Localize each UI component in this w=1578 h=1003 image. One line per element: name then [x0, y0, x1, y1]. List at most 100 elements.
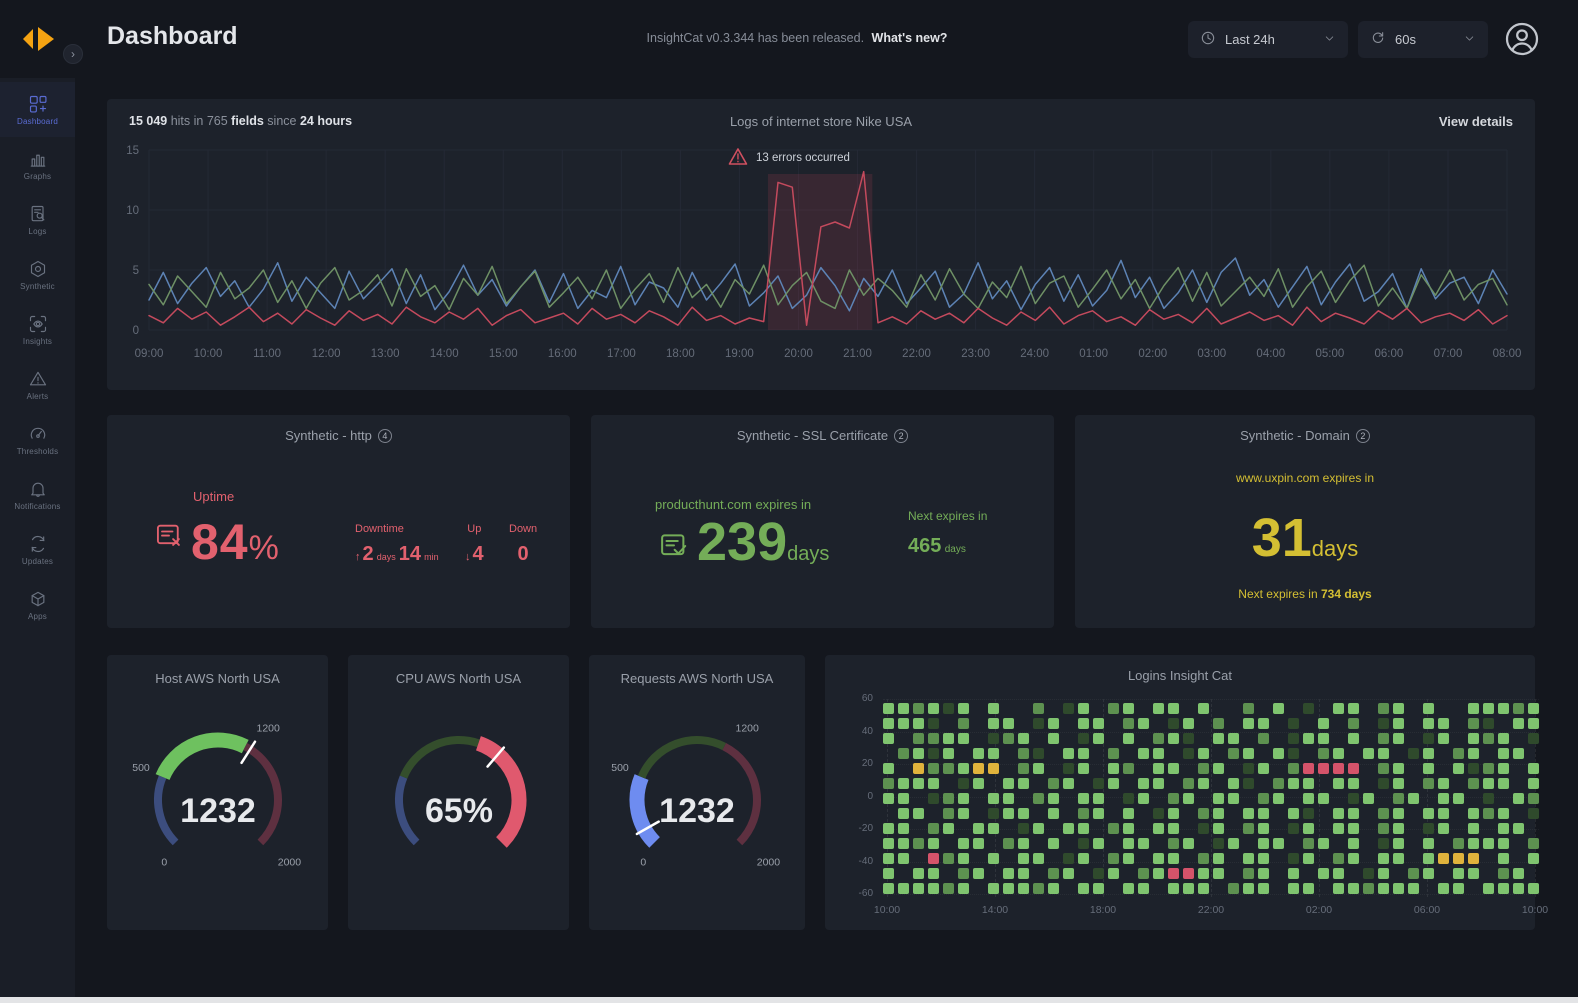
sidebar-item-synthetic[interactable]: Synthetic: [0, 247, 75, 302]
heatmap-cell: [1228, 778, 1239, 789]
gauge-value: 65%: [424, 792, 492, 830]
heatmap-cell: [898, 748, 909, 759]
heatmap-cell: [958, 793, 969, 804]
user-avatar[interactable]: [1504, 21, 1540, 57]
heatmap-cell: [1423, 733, 1434, 744]
heatmap-cell: [1153, 853, 1164, 864]
x-axis-label: 13:00: [371, 348, 400, 360]
heatmap-cell: [943, 703, 954, 714]
sidebar-collapse-button[interactable]: ›: [63, 44, 83, 64]
heatmap-cell: [1213, 853, 1224, 864]
heatmap-cell: [1123, 823, 1134, 834]
x-axis-label: 22:00: [902, 348, 931, 360]
heatmap-cell: [1213, 793, 1224, 804]
heatmap-cell: [1498, 748, 1509, 759]
chevron-down-icon: [1463, 32, 1476, 48]
view-details-link[interactable]: View details: [1439, 114, 1513, 129]
whats-new-link[interactable]: What's new?: [872, 31, 948, 45]
refresh-interval-select[interactable]: 60s: [1358, 21, 1488, 58]
heatmap-cell: [1333, 763, 1344, 774]
logs-chart-card: 15 049 hits in 765 fields since 24 hours…: [107, 99, 1535, 390]
sidebar-item-label: Synthetic: [20, 281, 55, 291]
heatmap-cell: [1123, 703, 1134, 714]
sidebar-item-apps[interactable]: Apps: [0, 577, 75, 632]
gauge-scale-label: 2000: [757, 857, 781, 869]
uptime-value: 84%: [191, 514, 280, 570]
heatmap-cell: [1288, 778, 1299, 789]
heatmap-cell: [1393, 883, 1404, 894]
notifications-icon: [28, 479, 48, 499]
sidebar-item-notifications[interactable]: Notifications: [0, 467, 75, 522]
heatmap-cell: [1033, 763, 1044, 774]
count-badge: 2: [894, 429, 909, 443]
gauge-scale-label: 2000: [277, 857, 301, 869]
heatmap-cell: [1048, 883, 1059, 894]
heatmap-cell: [883, 703, 894, 714]
heatmap-cell: [1153, 763, 1164, 774]
sidebar-item-thresholds[interactable]: Thresholds: [0, 412, 75, 467]
heatmap-cell: [1168, 718, 1179, 729]
heatmap-y-label: -20: [858, 823, 873, 834]
heatmap-cell: [1153, 748, 1164, 759]
heatmap-cell: [1258, 823, 1269, 834]
heatmap-cell: [1213, 868, 1224, 879]
heatmap-cell: [883, 763, 894, 774]
sidebar-item-alerts[interactable]: Alerts: [0, 357, 75, 412]
gauge-card-requests-aws-north-usa: Requests AWS North USA 0 500 1200 2000 1232: [589, 655, 805, 930]
heatmap-cell: [1003, 868, 1014, 879]
heatmap-cell: [1483, 808, 1494, 819]
heatmap-cell: [1138, 838, 1149, 849]
sidebar-item-updates[interactable]: Updates: [0, 522, 75, 577]
heatmap-title: Logins Insight Cat: [1127, 668, 1233, 683]
heatmap-y-label: -40: [858, 855, 873, 867]
heatmap-cell: [988, 763, 999, 774]
heatmap-cell: [1273, 703, 1284, 714]
heatmap-cell: [1153, 868, 1164, 879]
heatmap-cell: [1093, 793, 1104, 804]
heatmap-x-label: 14:00: [981, 904, 1009, 916]
x-axis-label: 07:00: [1434, 348, 1463, 360]
heatmap-cell: [883, 778, 894, 789]
sidebar-item-graphs[interactable]: Graphs: [0, 137, 75, 192]
heatmap-cell: [898, 883, 909, 894]
heatmap-cell: [1093, 883, 1104, 894]
heatmap-cell: [1378, 823, 1389, 834]
x-axis-label: 02:00: [1138, 348, 1167, 360]
sidebar-item-logs[interactable]: Logs: [0, 192, 75, 247]
heatmap-cell: [1063, 823, 1074, 834]
count-badge: 4: [377, 429, 392, 443]
x-axis-label: 23:00: [961, 348, 990, 360]
gauge-chart: 0 500 1200 2000 1232: [611, 722, 781, 869]
heatmap-cell: [1318, 793, 1329, 804]
heatmap-cell: [1513, 883, 1524, 894]
y-axis-label: 0: [133, 325, 139, 337]
heatmap-cell: [1093, 718, 1104, 729]
heatmap-cell: [1228, 793, 1239, 804]
gauge-scale-label: 0: [640, 857, 646, 869]
sidebar-item-insights[interactable]: Insights: [0, 302, 75, 357]
heatmap-cell: [1348, 733, 1359, 744]
heatmap-cell: [1108, 853, 1119, 864]
heatmap-cell: [1498, 853, 1509, 864]
http-check-failed-icon: [155, 521, 183, 549]
time-range-select[interactable]: Last 24h: [1188, 21, 1348, 58]
heatmap-cell: [1333, 883, 1344, 894]
sidebar-item-dashboard[interactable]: Dashboard: [0, 82, 75, 137]
heatmap-cell: [1498, 808, 1509, 819]
heatmap-cell: [1378, 853, 1389, 864]
heatmap-cell: [1393, 808, 1404, 819]
heatmap-cell: [1483, 703, 1494, 714]
heatmap-y-label: 0: [867, 790, 873, 802]
heatmap-cell: [1528, 808, 1539, 819]
heatmap-cell: [1348, 793, 1359, 804]
heatmap-cell: [1003, 808, 1014, 819]
heatmap-cell: [1303, 763, 1314, 774]
time-range-value: Last 24h: [1225, 32, 1275, 47]
heatmap-cell: [988, 703, 999, 714]
heatmap-cell: [1153, 733, 1164, 744]
gauge-title: CPU AWS North USA: [395, 671, 522, 686]
x-axis-label: 11:00: [253, 348, 281, 360]
heatmap-cell: [1183, 778, 1194, 789]
sidebar-item-label: Updates: [21, 556, 54, 566]
heatmap-cell: [1018, 838, 1029, 849]
